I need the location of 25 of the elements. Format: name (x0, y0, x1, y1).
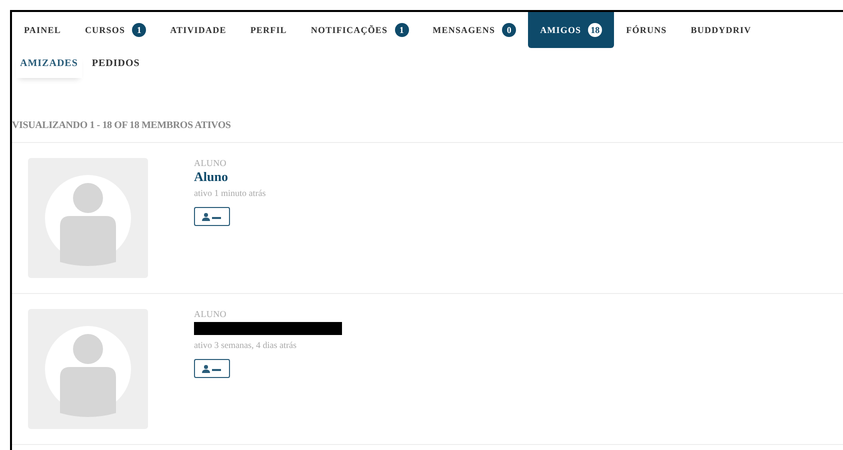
member-name[interactable]: Aluno (194, 169, 228, 185)
nav-tab[interactable]: FÓRUNS (614, 12, 679, 48)
nav-tab[interactable]: BUDDYDRIV (678, 12, 754, 48)
nav-tab[interactable]: ATIVIDADE (158, 12, 238, 48)
person-minus-icon (202, 364, 222, 372)
nav-tab[interactable]: AMIGOS 18 (528, 12, 614, 48)
count-badge: 1 (132, 23, 146, 37)
count-badge: 1 (394, 23, 409, 37)
count-badge: 0 (502, 23, 516, 37)
member-role: ALUNO (194, 158, 226, 168)
subnav-tab[interactable]: PEDIDOS (88, 54, 144, 78)
count-badge: 18 (588, 23, 602, 37)
nav-tab[interactable]: CURSOS 1 (72, 12, 158, 48)
remove-friend-button[interactable] (194, 207, 230, 226)
last-active-text: ativo 3 semanas, 4 dias atrás (194, 340, 296, 350)
nav-tab[interactable]: PERFIL (238, 12, 299, 48)
person-minus-icon (202, 212, 222, 220)
remove-friend-button[interactable] (194, 359, 230, 378)
nav-tab[interactable]: PAINEL (12, 12, 73, 48)
member-count-text: VISUALIZANDO 1 - 18 OF 18 MEMBROS ATIVOS (12, 82, 843, 143)
nav-tab[interactable]: MENSAGENS 0 (420, 12, 528, 48)
last-active-text: ativo 1 minuto atrás (194, 188, 266, 198)
subnav-tab[interactable]: AMIZADES (16, 54, 82, 78)
nav-tab[interactable]: NOTIFICAÇÕES 1 (298, 12, 421, 48)
member-role: ALUNO (194, 309, 226, 319)
